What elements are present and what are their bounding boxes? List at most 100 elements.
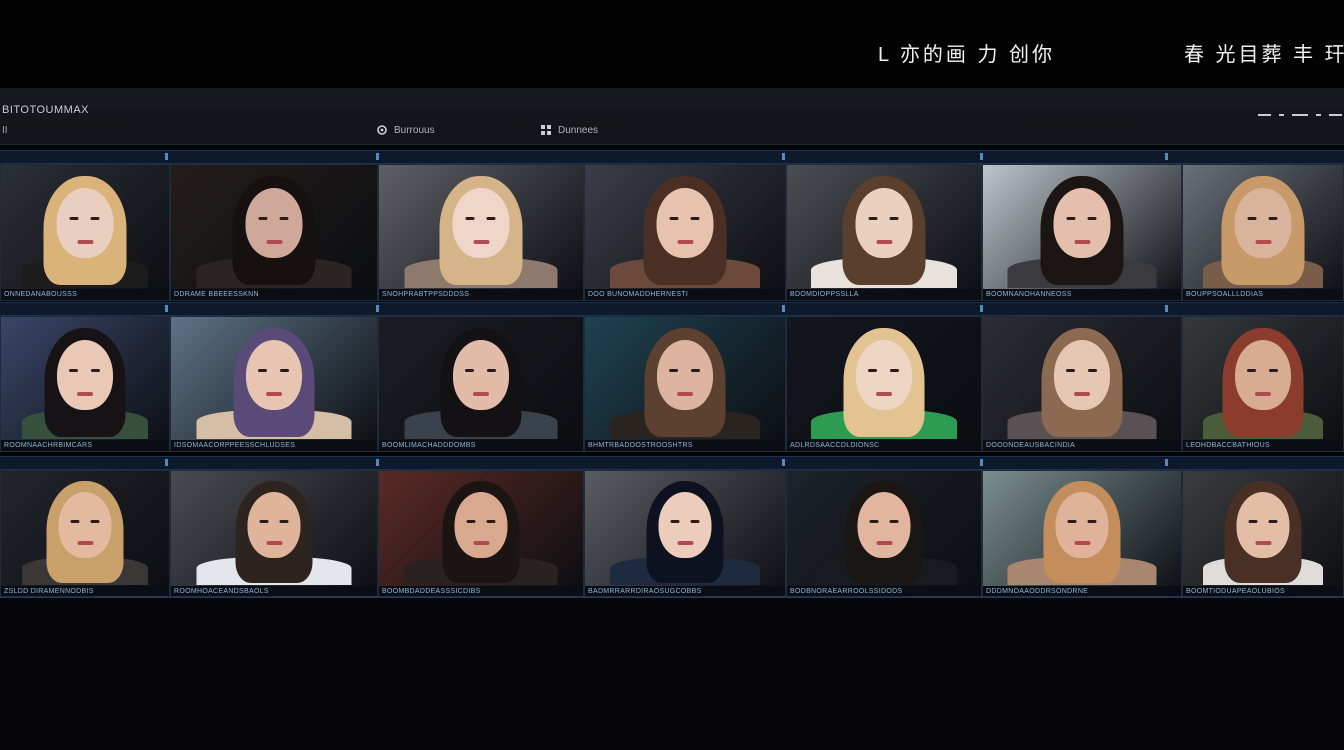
- participant-eye: [486, 520, 496, 523]
- row-marker: [165, 305, 168, 312]
- row-marker: [376, 459, 379, 466]
- participant-name-label: BOUPPSOALLLDDIAS: [1183, 289, 1343, 300]
- participant-face: [855, 188, 913, 258]
- row-marker: [980, 305, 983, 312]
- participant-mouth: [473, 392, 489, 396]
- video-tile[interactable]: ROOMHOACEANDSBAOLS: [170, 470, 378, 598]
- video-tile[interactable]: SNOHPRABTPPSDDDSS: [378, 164, 584, 301]
- video-tile[interactable]: BHMTRBADOOSTROOSHTRS: [584, 316, 786, 452]
- participant-name-label: SNOHPRABTPPSDDDSS: [379, 289, 583, 300]
- video-tile[interactable]: ONNEDANABOUSSS: [0, 164, 170, 301]
- video-tile[interactable]: BADMRRARRDIRAOSUGCOBBS: [584, 470, 786, 598]
- participant-mouth: [1074, 240, 1090, 244]
- row-marker: [1165, 305, 1168, 312]
- participant-mouth: [677, 240, 693, 244]
- row-header-bar: [0, 150, 1344, 164]
- participant-mouth: [876, 541, 892, 545]
- participant-face: [454, 492, 508, 558]
- participant-face: [1055, 492, 1109, 558]
- video-tile[interactable]: ROOMNAACHRBIMCARS: [0, 316, 170, 452]
- row-marker: [980, 459, 983, 466]
- video-tile[interactable]: BOOMLIMACHADDDOMBS: [378, 316, 584, 452]
- participant-name-label: IDSOMAACORPPEESSCHLUDSES: [171, 440, 377, 451]
- participant-face: [452, 188, 510, 258]
- participant-face: [57, 340, 113, 410]
- participant-face: [1053, 188, 1111, 258]
- participant-eye: [690, 217, 700, 220]
- video-tile[interactable]: DDDMNOAAODDRSONDRNE: [982, 470, 1182, 598]
- participant-name-label: DOODNOEAUSBACINDIA: [983, 440, 1181, 451]
- participant-name-label: ROOMNAACHRBIMCARS: [1, 440, 169, 451]
- participant-eye: [486, 217, 496, 220]
- app-name: BITOTOUMMAX: [2, 104, 89, 116]
- participant-eye: [1087, 520, 1097, 523]
- participant-face: [1236, 492, 1290, 558]
- menu-icon[interactable]: [1258, 108, 1342, 122]
- row-marker: [1165, 153, 1168, 160]
- participant-eye: [69, 217, 79, 220]
- participant-eye: [889, 217, 899, 220]
- toolbar-item-2-label: Dunnees: [558, 124, 599, 136]
- participant-eye: [90, 217, 100, 220]
- participant-eye: [1268, 217, 1278, 220]
- video-tile[interactable]: DDRAME BBEEESSKNN: [170, 164, 378, 301]
- participant-mouth: [266, 541, 282, 545]
- row-marker: [376, 305, 379, 312]
- row-marker: [1165, 459, 1168, 466]
- participant-eye: [258, 217, 268, 220]
- participant-eye: [258, 369, 267, 372]
- video-tile[interactable]: ADLRDSAACCDLDIONSC: [786, 316, 982, 452]
- toolbar-item-1-label: Burrouus: [394, 124, 435, 136]
- participant-eye: [1066, 369, 1075, 372]
- participant-name-label: BOOMLIMACHADDDOMBS: [379, 440, 583, 451]
- participant-eye: [868, 217, 878, 220]
- participant-eye: [1067, 520, 1077, 523]
- top-title-right: 春 光目葬 丰 玕: [1184, 44, 1344, 66]
- participant-eye: [70, 520, 80, 523]
- participant-mouth: [266, 240, 282, 244]
- participant-name-label: ONNEDANABOUSSS: [1, 289, 169, 300]
- participant-name-label: LEOHDBACCBATHIOUS: [1183, 440, 1343, 451]
- participant-eye: [1247, 217, 1257, 220]
- participant-mouth: [876, 392, 892, 396]
- row-marker: [782, 459, 785, 466]
- participant-mouth: [77, 541, 93, 545]
- video-tile[interactable]: BOOMTIODUAPEAOLUBIOS: [1182, 470, 1344, 598]
- participant-name-label: ADLRDSAACCDLDIONSC: [787, 440, 981, 451]
- participant-eye: [280, 369, 289, 372]
- video-tile[interactable]: IDSOMAACORPPEESSCHLUDSES: [170, 316, 378, 452]
- participant-face: [58, 492, 112, 558]
- app-subtitle: II: [2, 125, 8, 136]
- participant-face: [856, 340, 912, 410]
- participant-eye: [69, 369, 78, 372]
- toolbar-item-2[interactable]: Dunnees: [540, 124, 598, 136]
- video-tile[interactable]: BDOMDIOPPSSLLA: [786, 164, 982, 301]
- row-header-bar: [0, 302, 1344, 316]
- participant-face: [857, 492, 911, 558]
- video-tile[interactable]: DOODNOEAUSBACINDIA: [982, 316, 1182, 452]
- video-tile[interactable]: LEOHDBACCBATHIOUS: [1182, 316, 1344, 452]
- participant-mouth: [677, 541, 693, 545]
- participant-eye: [669, 217, 679, 220]
- participant-name-label: BHMTRBADOOSTROOSHTRS: [585, 440, 785, 451]
- participant-eye: [670, 520, 680, 523]
- top-bar: [0, 0, 1344, 88]
- participant-eye: [90, 520, 100, 523]
- participant-mouth: [77, 392, 93, 396]
- participant-eye: [890, 369, 899, 372]
- video-tile[interactable]: BOUPPSOALLLDDIAS: [1182, 164, 1344, 301]
- video-tile[interactable]: BODBNORAEARROOLSSIDODS: [786, 470, 982, 598]
- video-tile[interactable]: BOOMBDADDEASSSICDIBS: [378, 470, 584, 598]
- participant-eye: [669, 369, 678, 372]
- video-tile[interactable]: DOO BUNOMADDHERNESTI: [584, 164, 786, 301]
- toolbar-item-1[interactable]: Burrouus: [376, 124, 435, 136]
- participant-eye: [279, 217, 289, 220]
- video-tile[interactable]: BOOMNANOHANNEOSS: [982, 164, 1182, 301]
- bottom-area: [0, 598, 1344, 750]
- participant-face: [247, 492, 301, 558]
- video-tile[interactable]: ZSLDD DIRAMENNODBIS: [0, 470, 170, 598]
- top-title: L 亦的画 力 创你: [878, 44, 1056, 66]
- participant-face: [1234, 188, 1292, 258]
- participant-mouth: [677, 392, 693, 396]
- participant-mouth: [473, 541, 489, 545]
